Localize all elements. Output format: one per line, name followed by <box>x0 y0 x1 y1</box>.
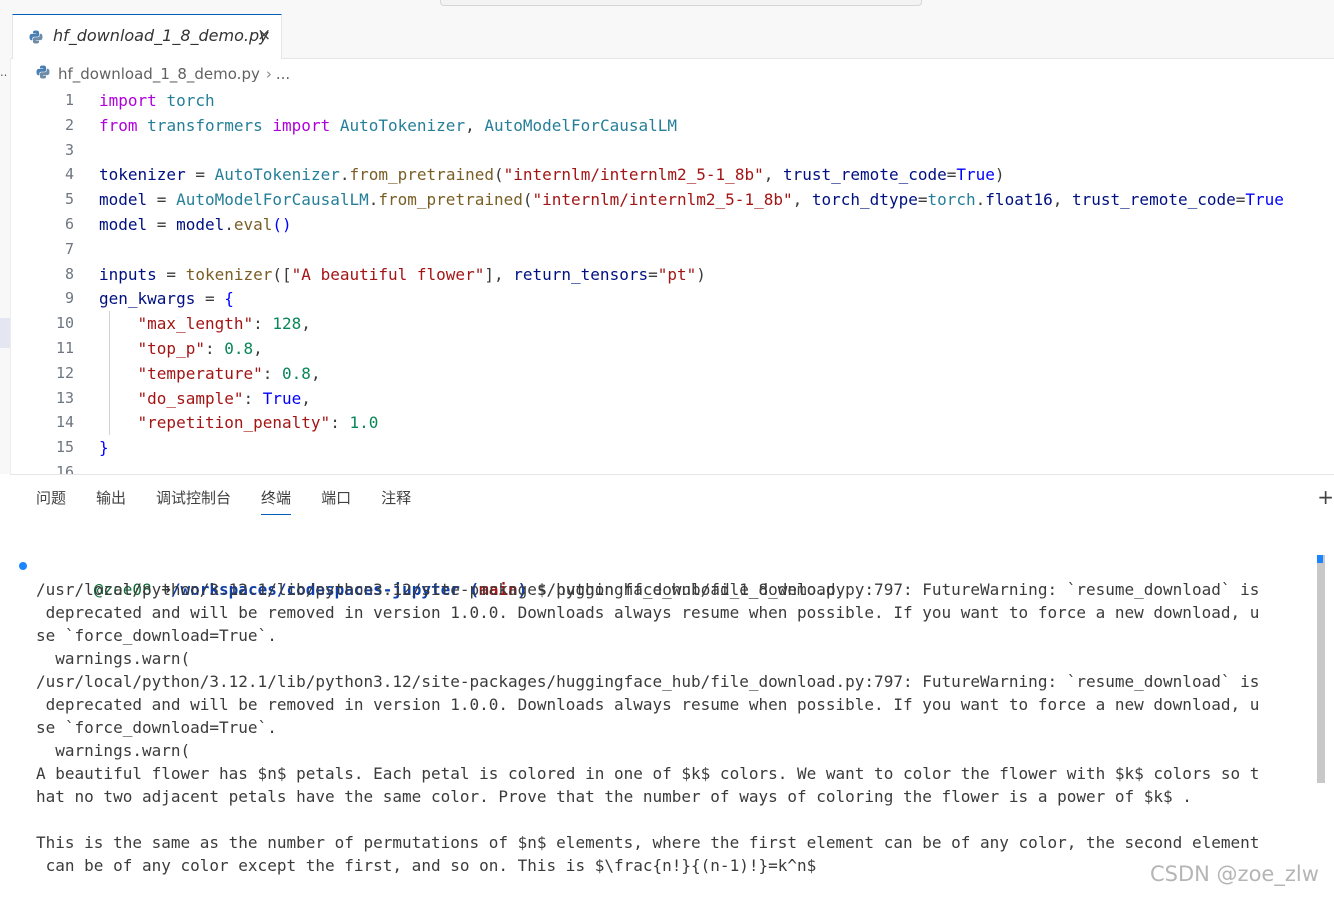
watermark: CSDN @zoe_zlw <box>1150 862 1319 886</box>
code-line[interactable]: 5 model = AutoModelForCausalLM.from_pretr… <box>10 187 1334 212</box>
code-text: gen_kwargs = { <box>99 289 234 309</box>
panel-tab-3[interactable]: 终端 <box>261 487 292 515</box>
panel-tab-2[interactable]: 调试控制台 <box>156 487 231 515</box>
code-line[interactable]: 15} <box>10 435 1334 460</box>
code-line[interactable]: 4 tokenizer = AutoTokenizer.from_pretrain… <box>10 162 1334 187</box>
code-text: from transformers import AutoTokenizer, … <box>99 115 677 135</box>
code-line[interactable]: 2 from transformers import AutoTokenizer,… <box>10 113 1334 138</box>
code-editor[interactable]: 1 import torch 2 from transformers import A… <box>10 88 1334 474</box>
chevron-right-icon: › <box>265 65 272 83</box>
code-line[interactable]: 8 inputs = tokenizer(["A beautiful flower… <box>10 262 1334 287</box>
panel-tab-5[interactable]: 注释 <box>381 487 411 515</box>
editor-tab-label: hf_download_1_8_demo.py <box>53 26 269 45</box>
code-text: model = model.eval() <box>99 215 292 234</box>
code-text: "temperature": 0.8, <box>137 363 321 383</box>
terminal-line: /usr/local/python/3.12.1/lib/python3.12/… <box>36 672 1260 691</box>
terminal-output[interactable]: @zoe08 ➜/workspaces/codespaces-jupyter (… <box>10 555 1310 877</box>
code-line[interactable]: 6 model = model.eval() <box>10 212 1334 237</box>
line-number: 16 <box>55 463 74 474</box>
line-highlight-marker <box>0 318 10 348</box>
code-text: import torch <box>99 91 215 110</box>
overflow-dots: ‥ <box>0 66 8 79</box>
terminal-line: A beautiful flower has $n$ petals. Each … <box>36 764 1260 783</box>
title-bar <box>0 0 1334 14</box>
terminal-line: warnings.warn( <box>36 649 191 668</box>
line-number: 12 <box>55 363 74 382</box>
add-terminal-icon[interactable]: + <box>1317 485 1334 509</box>
terminal-line: warnings.warn( <box>36 741 191 760</box>
line-number: 5 <box>64 190 74 209</box>
command-center[interactable] <box>440 0 922 6</box>
editor-tab-bar: hf_download_1_8_demo.py × <box>0 14 1334 59</box>
terminal-prompt-line: @zoe08 ➜/workspaces/codespaces-jupyter (… <box>10 555 1310 599</box>
panel-tab-1[interactable]: 输出 <box>96 487 126 515</box>
code-line[interactable]: 3 <box>10 138 1334 163</box>
code-text: } <box>99 438 109 458</box>
line-number: 13 <box>55 388 74 407</box>
code-line[interactable]: 14 "repetition_penalty": 1.0 <box>10 410 1334 435</box>
panel-tabs: 问题 输出 调试控制台 终端 端口 注释 <box>36 487 441 515</box>
line-number: 4 <box>64 165 74 184</box>
code-text: "repetition_penalty": 1.0 <box>137 413 379 433</box>
breadcrumb: hf_download_1_8_demo.py › ... <box>36 63 290 85</box>
line-number: 6 <box>64 215 74 233</box>
terminal-line: can be of any color except the first, an… <box>36 856 817 875</box>
code-text: "top_p": 0.8, <box>137 339 263 358</box>
code-line[interactable]: 9 gen_kwargs = { <box>10 286 1334 311</box>
terminal-line: /usr/local/python/3.12.1/lib/python3.12/… <box>36 580 1260 599</box>
code-text: "max_length": 128, <box>137 314 311 334</box>
code-text: model = AutoModelForCausalLM.from_pretra… <box>99 190 1284 210</box>
line-number: 9 <box>64 289 74 308</box>
python-file-icon <box>29 29 43 48</box>
code-line[interactable]: 13 "do_sample": True, <box>10 386 1334 411</box>
panel-tab-4[interactable]: 端口 <box>321 487 351 515</box>
breadcrumb-file[interactable]: hf_download_1_8_demo.py <box>58 65 260 83</box>
scrollbar-marker <box>1317 555 1323 563</box>
terminal-line: se `force_download=True`. <box>36 718 277 737</box>
code-line[interactable]: 10 "max_length": 128, <box>10 311 1334 336</box>
code-line[interactable]: 7 <box>10 237 1334 262</box>
line-number: 15 <box>55 438 74 457</box>
code-text: tokenizer = AutoTokenizer.from_pretraine… <box>99 165 1005 185</box>
code-line[interactable]: 11 "top_p": 0.8, <box>10 336 1334 361</box>
line-number: 8 <box>64 264 74 283</box>
code-text: inputs = tokenizer(["A beautiful flower"… <box>99 264 706 284</box>
code-line[interactable]: 1 import torch <box>10 88 1334 113</box>
line-number: 11 <box>55 339 74 357</box>
line-number: 10 <box>55 314 74 333</box>
terminal-scrollbar[interactable] <box>1317 555 1325 783</box>
terminal-line: se `force_download=True`. <box>36 626 277 645</box>
close-icon[interactable]: × <box>257 25 271 45</box>
line-number: 1 <box>64 91 74 109</box>
editor-tab[interactable]: hf_download_1_8_demo.py × <box>12 14 282 59</box>
bottom-panel: 问题 输出 调试控制台 终端 端口 注释 + @zoe08 ➜/workspaces/co… <box>10 475 1334 898</box>
python-file-icon <box>36 65 50 83</box>
terminal-line: hat no two adjacent petals have the same… <box>36 787 1192 806</box>
terminal-line: This is the same as the number of permut… <box>36 833 1260 852</box>
breadcrumb-more[interactable]: ... <box>276 65 290 83</box>
panel-tab-0[interactable]: 问题 <box>36 487 66 515</box>
line-number: 14 <box>55 413 74 432</box>
terminal-line: deprecated and will be removed in versio… <box>36 695 1260 714</box>
code-line[interactable]: 16 <box>10 460 1334 474</box>
line-number: 3 <box>64 140 74 159</box>
code-text: "do_sample": True, <box>137 388 311 408</box>
code-line[interactable]: 12 "temperature": 0.8, <box>10 361 1334 386</box>
line-number: 2 <box>64 115 74 134</box>
line-number: 7 <box>64 239 74 258</box>
terminal-line: deprecated and will be removed in versio… <box>36 603 1260 622</box>
command-status-dot[interactable] <box>19 562 27 570</box>
